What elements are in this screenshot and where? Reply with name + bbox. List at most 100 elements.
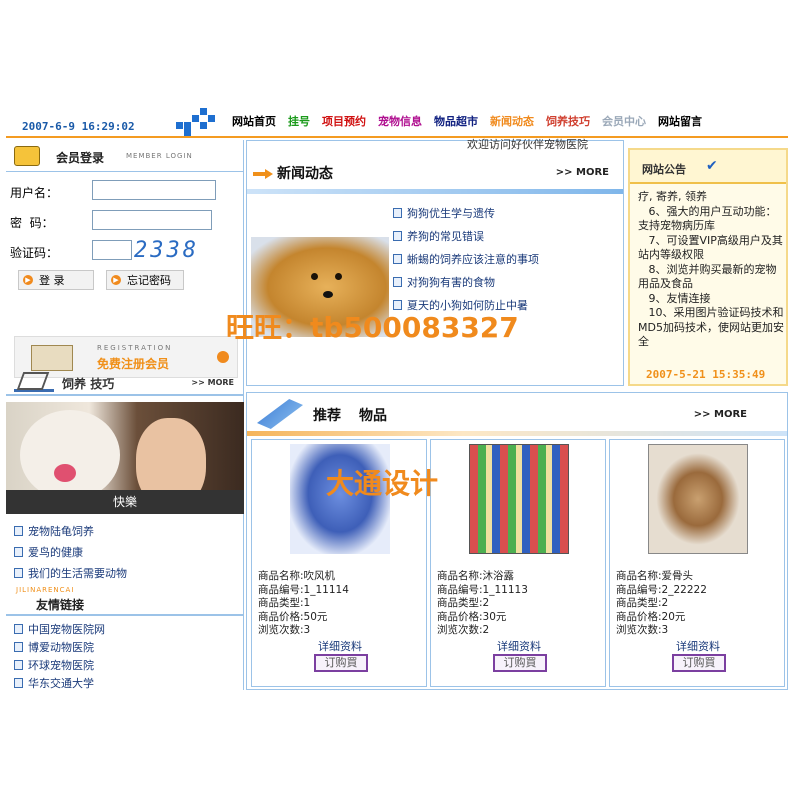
document-icon [393,253,402,264]
username-label: 用户名： [10,186,59,200]
list-item[interactable]: 我们的生活需要动物 [14,562,242,583]
document-icon [14,567,23,578]
news-link[interactable]: 对狗狗有害的食物 [407,274,495,290]
page: 2007-6-9 16:29:02 网站首页 挂号 项目预约 宠物信息 物品超市… [6,106,788,690]
register-subtitle: REGISTRATION [97,344,173,352]
nav-guestbook[interactable]: 网站留言 [652,113,708,129]
products-panel: 推荐 物品 >> MORE 商品名称:吹风机 商品编号:1_11114 商品类型… [246,392,788,690]
product-views: 浏览次数:2 [437,624,490,636]
news-header: 新闻动态 >> MORE [247,155,623,194]
friend-links-list: 中国宠物医院网 博爱动物医院 环球宠物医院 华东交通大学 [14,620,242,692]
arrow-circle-icon: ▶ [23,275,33,285]
member-card-icon [14,146,40,166]
document-icon [14,525,23,536]
friend-link[interactable]: 博爱动物医院 [28,639,94,655]
order-button[interactable]: 订购買 [672,654,726,672]
tips-title-a: 饲养 [62,377,87,391]
list-item[interactable]: 环球宠物医院 [14,656,242,674]
list-item[interactable]: 对狗狗有害的食物 [393,270,621,293]
product-name: 商品名称:爱骨头 [616,570,694,582]
list-item[interactable]: 博爱动物医院 [14,638,242,656]
pixel-logo-icon [176,108,220,136]
document-icon [14,546,23,557]
tip-link[interactable]: 我们的生活需要动物 [28,565,127,581]
password-input[interactable] [92,210,212,230]
friend-links-subtitle: JILINARENCAI [16,586,75,594]
captcha-label: 验证码： [10,246,59,260]
divider [247,189,623,194]
tips-photo: 快樂 [6,402,244,514]
friend-links-header: JILINARENCAI 友情链接 [6,584,244,624]
news-panel: 欢迎访问好伙伴宠物医院 新闻动态 >> MORE 狗狗优生学与遗传 养狗的常见错… [246,138,624,386]
nav-home[interactable]: 网站首页 [226,113,282,129]
document-icon [14,678,23,688]
list-item[interactable]: 爱鸟的健康 [14,541,242,562]
watermark-design: 大通设计 [326,467,439,500]
news-link[interactable]: 养狗的常见错误 [407,228,484,244]
products-title-b: 物品 [359,408,387,424]
watermark-contact: 旺旺：tb500083327 [226,311,519,344]
dog-bone-image[interactable] [648,444,748,554]
friend-link[interactable]: 中国宠物医院网 [28,621,105,637]
login-button[interactable]: ▶ 登 录 [18,270,94,290]
captcha-input[interactable] [92,240,132,260]
document-icon [393,207,402,218]
nav-member-center[interactable]: 会员中心 [596,113,652,129]
current-datetime: 2007-6-9 16:29:02 [22,120,135,133]
order-button[interactable]: 订购買 [314,654,368,672]
detail-link[interactable]: 详细资料 [610,638,786,654]
list-item[interactable]: 中国宠物医院网 [14,620,242,638]
product-name: 商品名称:沐浴露 [437,570,515,582]
tip-link[interactable]: 宠物陆龟饲养 [28,523,94,539]
top-bar: 2007-6-9 16:29:02 网站首页 挂号 项目预约 宠物信息 物品超市… [6,106,788,138]
document-icon [14,624,23,634]
nav-news[interactable]: 新闻动态 [484,113,540,129]
list-item[interactable]: 蜥蜴的饲养应该注意的事项 [393,247,621,270]
list-item[interactable]: 宠物陆龟饲养 [14,520,242,541]
nav-supermarket[interactable]: 物品超市 [428,113,484,129]
order-button[interactable]: 订购買 [493,654,547,672]
tips-title-b: 技巧 [90,377,115,391]
arrow-right-icon [253,169,273,179]
forgot-password-button[interactable]: ▶ 忘记密码 [106,270,184,290]
forgot-password-label: 忘记密码 [127,274,171,287]
nav-appointment[interactable]: 项目预约 [316,113,372,129]
pen-icon [14,370,54,392]
products-more-link[interactable]: >> MORE [694,409,747,420]
products-title-a: 推荐 [313,408,341,424]
tip-link[interactable]: 爱鸟的健康 [28,544,83,560]
dog-nose [323,291,333,298]
list-item[interactable]: 养狗的常见错误 [393,224,621,247]
detail-link[interactable]: 详细资料 [252,638,428,654]
product-card: 商品名称:沐浴露 商品编号:1_11113 商品类型:2 商品价格:30元 浏览… [430,439,606,687]
detail-link[interactable]: 详细资料 [431,638,607,654]
nav-register[interactable]: 挂号 [282,113,316,129]
tips-more-link[interactable]: >> MORE [191,378,234,387]
product-type: 商品类型:2 [616,597,669,609]
login-subtitle: MEMBER LOGIN [126,152,193,160]
nav-pet-info[interactable]: 宠物信息 [372,113,428,129]
username-input[interactable] [92,180,216,200]
news-link[interactable]: 蜥蜴的饲养应该注意的事项 [407,251,539,267]
news-link[interactable]: 狗狗优生学与遗传 [407,205,495,221]
news-list: 狗狗优生学与遗传 养狗的常见错误 蜥蜴的饲养应该注意的事项 对狗狗有害的食物 夏… [393,201,621,316]
shampoo-shelf-image[interactable] [469,444,569,554]
captcha-image[interactable]: 2338 [134,238,199,263]
notice-title: 网站公告 [642,163,686,176]
notice-scroller[interactable]: 疗, 寄养, 领养 6、强大的用户互动功能：支持宠物病历库 7、可设置VIP高级… [638,190,784,348]
nav-tips[interactable]: 饲养技巧 [540,113,596,129]
list-item[interactable]: 狗狗优生学与遗传 [393,201,621,224]
dog-eye [311,273,318,280]
list-item[interactable]: 华东交通大学 [14,674,242,692]
news-title: 新闻动态 [277,166,333,182]
friend-link[interactable]: 环球宠物医院 [28,657,94,673]
friend-link[interactable]: 华东交通大学 [28,675,94,691]
product-code: 商品编号:1_11114 [258,583,349,596]
divider [247,431,787,436]
news-more-link[interactable]: >> MORE [556,167,609,178]
notice-line: 6、强大的用户互动功能：支持宠物病历库 [638,204,777,233]
document-icon [14,642,23,652]
products-header: 推荐 物品 >> MORE [247,393,787,437]
notice-panel: 网站公告 ✔ 疗, 寄养, 领养 6、强大的用户互动功能：支持宠物病历库 7、可… [628,148,788,386]
tips-header: 饲养 技巧 >> MORE [6,366,244,396]
